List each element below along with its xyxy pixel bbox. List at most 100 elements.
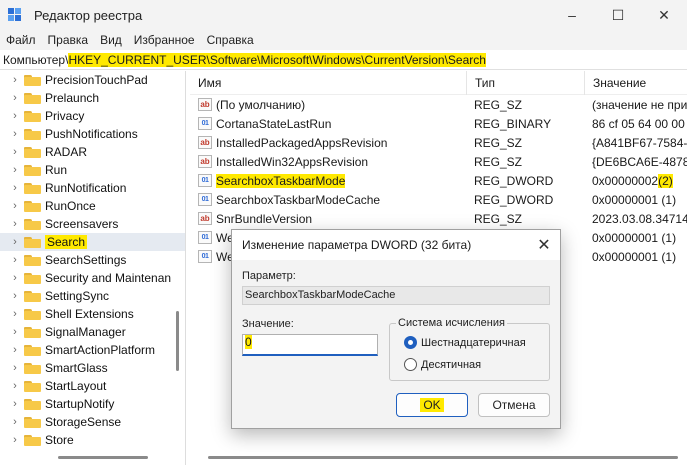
radix-dec-option[interactable]: Десятичная [404,358,481,371]
list-row[interactable]: ab InstalledWin32AppsRevision REG_SZ {DE6BC… [190,152,687,171]
tree-horizontal-scrollbar[interactable] [58,456,148,459]
list-header: Имя Тип Значение [190,71,687,95]
value-data-input[interactable]: 0 [242,334,378,356]
tree-item[interactable]: › Security and Maintenan [0,269,185,287]
chevron-right-icon[interactable]: › [8,218,22,230]
tree-item[interactable]: › SearchSettings [0,251,185,269]
minimize-button[interactable]: – [549,0,595,30]
chevron-right-icon[interactable]: › [8,128,22,140]
chevron-right-icon[interactable]: › [8,110,22,122]
tree-vertical-scrollbar[interactable] [176,311,179,371]
value-data: 0x00000001 (1) [592,192,677,207]
chevron-right-icon[interactable]: › [8,92,22,104]
tree-item[interactable]: › RunOnce [0,197,185,215]
folder-icon [24,434,41,446]
dialog-close-icon[interactable]: ✕ [532,233,556,257]
tree-item-label: SettingSync [45,289,110,303]
tree-item[interactable]: › Prelaunch [0,89,185,107]
tree-item-label: SearchSettings [45,253,127,267]
chevron-right-icon[interactable]: › [8,146,22,158]
list-row[interactable]: 01 SearchboxTaskbarModeCache REG_DWORD 0x00… [190,190,687,209]
chevron-right-icon[interactable]: › [8,164,22,176]
tree-item[interactable]: › Screensavers [0,215,185,233]
tree-item[interactable]: › SettingSync [0,287,185,305]
maximize-button[interactable]: ☐ [595,0,641,30]
tree-item[interactable]: › SignalManager [0,323,185,341]
tree-item[interactable]: › SmartActionPlatform [0,341,185,359]
menu-bar: Файл Правка Вид Избранное Справка [0,30,687,50]
list-row[interactable]: ab SnrBundleVersion REG_SZ 2023.03.08.34714… [190,209,687,228]
tree-item-label: PushNotifications [45,127,138,141]
chevron-right-icon[interactable]: › [8,254,22,266]
list-row[interactable]: ab (По умолчанию) REG_SZ (значение не присв… [190,95,687,114]
tree-item[interactable]: › StartupNotify [0,395,185,413]
tree-item-label: Run [45,163,68,177]
tree-item[interactable]: › PushNotifications [0,125,185,143]
key-tree[interactable]: › PrecisionTouchPad › Prelaunch › Privacy › Pus… [0,71,186,465]
chevron-right-icon[interactable]: › [8,200,22,212]
menu-favorites[interactable]: Избранное [128,33,201,47]
radix-hex-option[interactable]: Шестнадцатеричная [404,336,526,349]
edit-dword-dialog: Изменение параметра DWORD (32 бита) ✕ Па… [231,229,561,429]
chevron-right-icon[interactable]: › [8,272,22,284]
binary-value-icon: 01 [198,193,212,206]
menu-view[interactable]: Вид [94,33,128,47]
chevron-right-icon[interactable]: › [8,308,22,320]
tree-item[interactable]: › Run [0,161,185,179]
chevron-right-icon[interactable]: › [8,344,22,356]
list-horizontal-scrollbar[interactable] [208,456,678,459]
menu-file[interactable]: Файл [0,33,42,47]
list-row[interactable]: 01 CortanaStateLastRun REG_BINARY 86 cf 05 … [190,114,687,133]
chevron-right-icon[interactable]: › [8,74,22,86]
close-window-button[interactable]: ✕ [641,0,687,30]
radio-selected-icon[interactable] [404,336,417,349]
chevron-right-icon[interactable]: › [8,380,22,392]
tree-item[interactable]: › RADAR [0,143,185,161]
radix-group-title: Система исчисления [396,317,507,329]
folder-icon [24,362,41,374]
chevron-right-icon[interactable]: › [8,416,22,428]
chevron-right-icon[interactable]: › [8,236,22,248]
tree-item[interactable]: › SmartGlass [0,359,185,377]
address-prefix: Компьютер\ [3,52,69,67]
folder-icon [24,308,41,320]
chevron-right-icon[interactable]: › [8,326,22,338]
cancel-button[interactable]: Отмена [478,393,550,417]
list-row[interactable]: 01 SearchboxTaskbarMode REG_DWORD 0x0000000… [190,171,687,190]
tree-item[interactable]: › PrecisionTouchPad [0,71,185,89]
tree-item[interactable]: › Store [0,431,185,449]
folder-icon [24,146,41,158]
folder-icon [24,200,41,212]
tree-item[interactable]: › StorageSense [0,413,185,431]
value-data: 2023.03.08.347140 [592,211,687,226]
folder-icon [24,272,41,284]
column-header-value[interactable]: Значение [584,71,687,95]
chevron-right-icon[interactable]: › [8,182,22,194]
string-value-icon: ab [198,155,212,168]
column-header-name[interactable]: Имя [190,76,466,90]
menu-edit[interactable]: Правка [42,33,95,47]
tree-item[interactable]: › RunNotification [0,179,185,197]
folder-icon [24,218,41,230]
tree-item[interactable]: › Shell Extensions [0,305,185,323]
column-header-type[interactable]: Тип [466,71,584,95]
radio-unselected-icon[interactable] [404,358,417,371]
value-name: SearchboxTaskbarMode [216,173,346,188]
value-name: InstalledPackagedAppsRevision [216,135,388,150]
menu-help[interactable]: Справка [201,33,260,47]
tree-item-label: Search [45,235,88,249]
tree-item[interactable]: › StartLayout [0,377,185,395]
value-name: SearchboxTaskbarModeCache [216,192,381,207]
ok-button[interactable]: OK [396,393,468,417]
chevron-right-icon[interactable]: › [8,290,22,302]
list-row[interactable]: ab InstalledPackagedAppsRevision REG_SZ {A8… [190,133,687,152]
chevron-right-icon[interactable]: › [8,434,22,446]
address-bar[interactable]: Компьютер\ HKEY_CURRENT_USER\Software\Mic… [0,50,687,70]
chevron-right-icon[interactable]: › [8,362,22,374]
chevron-right-icon[interactable]: › [8,398,22,410]
value-type: REG_SZ [474,211,523,226]
tree-item-label: StartLayout [45,379,107,393]
tree-item-label: Prelaunch [45,91,100,105]
tree-item[interactable]: › Search [0,233,185,251]
tree-item[interactable]: › Privacy [0,107,185,125]
